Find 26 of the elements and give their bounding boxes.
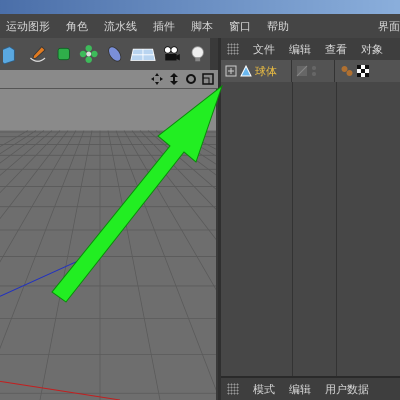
menu-item[interactable]: 编辑: [289, 382, 311, 396]
menu-item[interactable]: 插件: [153, 18, 175, 34]
menu-item[interactable]: 模式: [253, 382, 275, 396]
menu-item[interactable]: 运动图形: [6, 18, 50, 34]
menu-item[interactable]: 脚本: [191, 18, 213, 34]
menu-item[interactable]: 角色: [66, 18, 88, 34]
grip-icon[interactable]: [227, 43, 239, 55]
menu-item[interactable]: 文件: [253, 42, 275, 56]
menu-item[interactable]: 用户数据: [325, 382, 369, 396]
menu-item[interactable]: 窗口: [229, 18, 251, 34]
menu-item[interactable]: 帮助: [267, 18, 289, 34]
maximize-icon[interactable]: [202, 73, 214, 85]
menu-item[interactable]: 界面: [378, 18, 400, 34]
menu-item[interactable]: 编辑: [289, 42, 311, 56]
object-name[interactable]: 球体: [255, 64, 277, 78]
rotate-icon[interactable]: [185, 73, 197, 85]
menu-item[interactable]: 查看: [325, 42, 347, 56]
move-icon[interactable]: [151, 73, 163, 85]
vertical-arrow-icon[interactable]: [168, 73, 180, 85]
menu-item[interactable]: 对象: [361, 42, 383, 56]
triangle-icon: [240, 65, 252, 77]
checker-icon[interactable]: [357, 65, 369, 77]
object-row[interactable]: 球体: [221, 60, 400, 82]
grip-icon[interactable]: [227, 383, 239, 395]
expand-icon[interactable]: [225, 65, 237, 77]
menu-item[interactable]: 流水线: [104, 18, 137, 34]
